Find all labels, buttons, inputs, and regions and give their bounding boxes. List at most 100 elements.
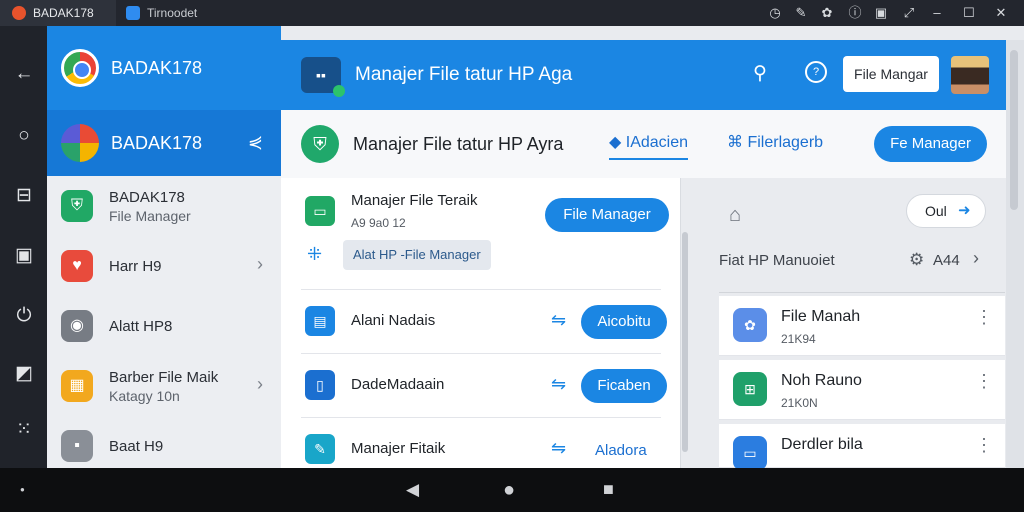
list-item-title: Manajer Fitaik <box>351 440 446 457</box>
main-content: ▪▪ Manajer File tatur HP Aga ⚲ ? File Ma… <box>281 26 1024 470</box>
sidebar: BADAK178 BADAK178 ⋞ ⛨ BADAK178 File Mana… <box>47 26 281 468</box>
emulator-side-rail: ← ○ ⊟ ▣ ⏻ ◩ ⁙ <box>0 26 47 468</box>
maximize-icon[interactable]: ☐ <box>960 4 978 22</box>
chevron-right-icon[interactable]: › <box>973 248 979 269</box>
sync-icon[interactable]: ⇋ <box>551 438 566 459</box>
app-logo-icon <box>61 124 99 162</box>
sidebar-header-title: BADAK178 <box>111 57 203 78</box>
avatar[interactable] <box>951 56 989 94</box>
file-manager-button[interactable]: File Manager <box>545 198 669 232</box>
tab-label: BADAK178 <box>33 6 94 20</box>
network-icon: ⁜ <box>307 244 323 264</box>
sync-icon[interactable]: ⇋ <box>551 310 566 331</box>
sidebar-item-selected[interactable]: BADAK178 ⋞ <box>47 110 281 176</box>
layout-icon[interactable]: ⊟ <box>12 184 36 208</box>
power-icon[interactable]: ⏻ <box>12 304 36 328</box>
shield-icon: ⛨ <box>61 190 93 222</box>
grid-icon: ▦ <box>61 370 93 402</box>
settings-icon[interactable]: ⚙ <box>909 250 924 270</box>
clock-icon[interactable]: ◷ <box>766 4 784 22</box>
camera-icon: ◉ <box>61 310 93 342</box>
home-circle-icon[interactable]: ● <box>503 479 515 502</box>
card-title: Manajer File Teraik <box>351 192 478 209</box>
collapse-icon[interactable]: ⋞ <box>248 132 263 153</box>
sidebar-item-sub: File Manager <box>109 207 191 224</box>
search-icon[interactable]: ⚲ <box>753 62 767 85</box>
row-action-button[interactable]: Aicobitu <box>581 305 667 339</box>
folder-blue-icon: ▭ <box>733 436 767 470</box>
circle-icon[interactable]: ○ <box>12 124 36 148</box>
crop-icon[interactable]: ◩ <box>12 362 36 386</box>
window-tab-second[interactable]: Tirnoodet <box>116 0 260 26</box>
box-icon: ▪ <box>61 430 93 462</box>
list-item[interactable]: ⊞ Noh Rauno 21K0N ⋮ <box>719 360 1005 420</box>
grid-dots-icon[interactable]: ⁙ <box>12 418 36 442</box>
list-item-title: Derdler bila <box>781 436 863 453</box>
tab-other[interactable]: ⌘ Filerlagerb <box>727 132 823 152</box>
divider <box>719 292 1005 293</box>
app-bar-title: Manajer File tatur HP Aga <box>355 64 573 85</box>
file-manager-button[interactable]: File Mangar <box>843 56 939 92</box>
square-icon[interactable]: ▣ <box>872 4 890 22</box>
list-item[interactable]: ✿ File Manah 21K94 ⋮ <box>719 296 1005 356</box>
section-count: A44 <box>933 252 960 269</box>
tab-label: IAdacien <box>625 134 689 151</box>
app-logo-icon <box>61 49 99 87</box>
sidebar-item-alatt[interactable]: ◉ Alatt HP8 <box>47 296 281 356</box>
sidebar-item-baat[interactable]: ▪ Baat H9 <box>47 416 281 468</box>
heart-icon: ♥ <box>61 250 93 282</box>
tool-chip[interactable]: Alat HP -File Manager <box>343 240 491 270</box>
feather-icon[interactable]: ✎ <box>792 4 810 22</box>
more-vert-icon[interactable]: ⋮ <box>975 436 993 454</box>
sidebar-item-file-manager[interactable]: ⛨ BADAK178 File Manager <box>47 176 281 236</box>
chat-icon: ✎ <box>305 434 335 464</box>
list-item-sub: 21K0N <box>781 396 818 410</box>
back-triangle-icon[interactable]: ◀ <box>406 480 419 500</box>
tab-active[interactable]: ◆ IAdacien <box>609 132 689 160</box>
close-icon[interactable]: ✕ <box>992 4 1010 22</box>
list-item-title: File Manah <box>781 308 861 325</box>
list-item[interactable]: ▯ DadeMadaain ⇋ Ficaben <box>301 354 667 418</box>
sub-header-title: Manajer File tatur HP Ayra <box>353 133 564 154</box>
chevron-right-icon: › <box>257 254 263 274</box>
help-icon[interactable]: ? <box>805 61 827 83</box>
sidebar-item-label: BADAK178 <box>109 188 185 206</box>
arrow-right-icon: ➜ <box>958 202 971 219</box>
back-arrow-icon[interactable]: ← <box>12 62 36 86</box>
tab-label: Tirnoodet <box>147 6 198 20</box>
sidebar-item-label: Baat H9 <box>109 437 164 455</box>
section-label: Fiat HP Manuoiet <box>719 252 835 269</box>
sidebar-selected-title: BADAK178 <box>111 132 203 153</box>
list-item[interactable]: ▭ Derdler bila ⋮ <box>719 424 1005 470</box>
minimize-icon[interactable]: – <box>928 4 946 22</box>
list-item-title: DadeMadaain <box>351 376 445 393</box>
more-vert-icon[interactable]: ⋮ <box>975 372 993 390</box>
sidebar-item-barber[interactable]: ▦ Barber File Maik Katagy 10n › <box>47 356 281 416</box>
sidebar-item-label: Harr H9 <box>109 257 162 275</box>
panel-scrollbar[interactable] <box>682 232 688 452</box>
row-action-button[interactable]: Aladora <box>595 442 647 459</box>
info-icon[interactable]: ⓘ <box>846 4 864 22</box>
more-vert-icon[interactable]: ⋮ <box>975 308 993 326</box>
chevron-right-icon: › <box>257 374 263 394</box>
row-action-button[interactable]: Ficaben <box>581 369 667 403</box>
scrollbar[interactable] <box>1006 40 1024 468</box>
title-bar: BADAK178 Tirnoodet ◷ ✎ ✿ ⓘ ▣ ⤢ – ☐ ✕ <box>0 0 1024 26</box>
android-nav-bar: ● ◀ ● ■ <box>0 468 1024 512</box>
shield-icon: ⛨ <box>301 125 339 163</box>
file-manager-pill-button[interactable]: Fe Manager <box>874 126 987 162</box>
scrollbar-thumb[interactable] <box>1010 50 1018 210</box>
sidebar-item-harr[interactable]: ♥ Harr H9 › <box>47 236 281 296</box>
expand-icon[interactable]: ⤢ <box>900 4 918 22</box>
toggle-button[interactable]: Oul <box>906 194 986 228</box>
tab-label: Filerlagerb <box>747 134 824 151</box>
media-icon[interactable]: ▣ <box>12 244 36 268</box>
list-item[interactable]: ▤ Alani Nadais ⇋ Aicobitu <box>301 290 667 354</box>
sidebar-header[interactable]: BADAK178 <box>47 26 281 110</box>
list-item-title: Noh Rauno <box>781 372 862 389</box>
window-tab-badak[interactable]: BADAK178 <box>0 0 116 26</box>
palette-icon[interactable]: ✿ <box>818 4 836 22</box>
sync-icon[interactable]: ⇋ <box>551 374 566 395</box>
recents-square-icon[interactable]: ■ <box>603 479 614 500</box>
list-item[interactable]: ✎ Manajer Fitaik ⇋ Aladora <box>301 418 661 468</box>
